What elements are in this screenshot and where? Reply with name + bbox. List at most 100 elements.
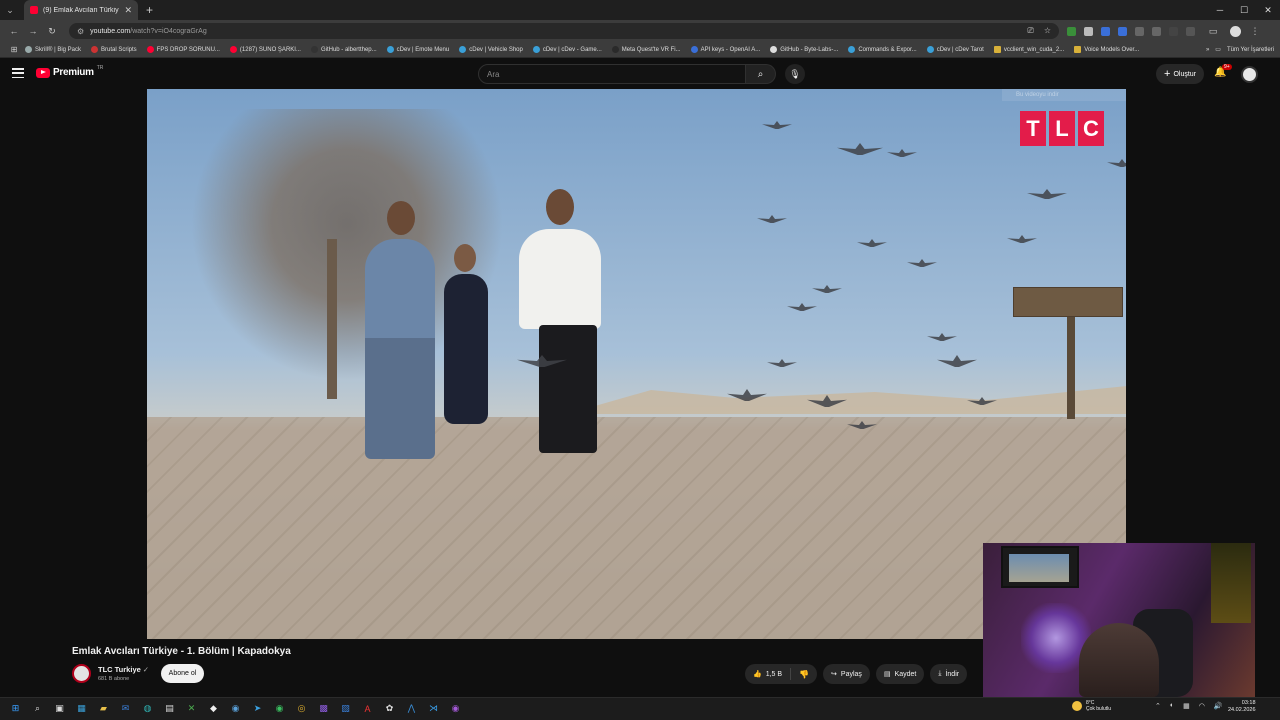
tab-search-icon[interactable]: ⌄ [0,0,20,20]
active-tab[interactable]: (9) Emlak Avcıları Türkiye - 1. B ✕ [24,0,138,20]
tray-overflow-icon[interactable]: ⌃ [1155,702,1161,710]
edge-icon[interactable]: ◍ [140,701,155,716]
app-icon[interactable]: ▧ [338,701,353,716]
channel-avatar[interactable] [72,664,91,683]
volume-icon[interactable]: 🔊 [1214,702,1223,710]
mail-icon[interactable]: ✉ [118,701,133,716]
side-panel-icon[interactable]: ▭ [1205,23,1221,39]
search-icon[interactable]: ⌕ [30,701,45,716]
maximize-icon[interactable]: ☐ [1232,0,1256,20]
verified-icon: ✓ [142,665,150,674]
notification-count: 9+ [1222,64,1232,70]
store-icon[interactable]: ▤ [162,701,177,716]
notifications-button[interactable]: 🔔 9+ [1214,64,1232,78]
bookmark-item[interactable]: cDev | cDev Tarot [926,46,984,53]
url-input[interactable]: ⚙ youtube.com/watch?v=iO4cograGrAg ⎚ ☆ [69,23,1059,39]
like-button[interactable]: 👍 1,5 B [745,668,792,680]
bookmark-item[interactable]: (1287) SUNO ŞARKI... [229,46,301,53]
share-button[interactable]: ↪ Paylaş [823,664,870,684]
bookmark-item[interactable]: Skrill® | Big Pack [25,46,81,53]
back-icon[interactable]: ← [6,23,22,39]
taskbar-clock[interactable]: 03:18 24.02.2026 [1228,700,1256,714]
subscribe-button[interactable]: Abone ol [161,664,204,683]
bookmark-label: cDev | cDev - Game... [542,46,602,53]
bookmark-item[interactable]: cDev | Emote Menu [386,46,449,53]
network-icon[interactable]: ◠ [1199,702,1205,710]
install-app-icon[interactable]: ⎚ [1027,26,1033,36]
bookmark-item[interactable]: cDev | Vehicle Shop [459,46,523,53]
share-label: Paylaş [840,670,862,678]
pigeon [1027,189,1067,199]
vscode-icon[interactable]: ⋊ [426,701,441,716]
extension-icon[interactable] [1067,26,1076,36]
close-window-icon[interactable]: ✕ [1256,0,1280,20]
app-icon[interactable]: ▩ [316,701,331,716]
app-icon[interactable]: ⋀ [404,701,419,716]
bookmark-label: FPS DROP SORUNU... [156,46,220,53]
bookmark-item[interactable]: Voice Models Over... [1074,46,1139,53]
extension-icon[interactable] [1101,26,1110,36]
bookmark-item[interactable]: Brutal Scripts [91,46,137,53]
weather-widget[interactable]: 8°C Çok bulutlu [1072,700,1111,712]
xbox-icon[interactable]: ✕ [184,701,199,716]
new-tab-icon[interactable]: + [146,3,153,17]
bookmark-item[interactable]: API keys - OpenAI A... [690,46,760,53]
bookmark-label: cDev | Vehicle Shop [469,46,523,53]
tray-app-icon[interactable]: ▦ [1183,702,1190,710]
epic-games-icon[interactable]: ◆ [206,701,221,716]
guide-menu-icon[interactable] [12,68,24,78]
search-button[interactable]: ⌕ [746,64,776,84]
app-icon[interactable]: ◉ [448,701,463,716]
channel-name[interactable]: TLC Turkiye [98,665,141,674]
acrobat-icon[interactable]: A [360,701,375,716]
chatgpt-icon[interactable]: ✿ [382,701,397,716]
search-input[interactable]: Ara [478,64,746,84]
windows-start-icon[interactable]: ⊞ [8,701,23,716]
bookmark-item[interactable]: Meta Quest'te VR Fi... [611,46,681,53]
account-avatar[interactable] [1241,66,1258,83]
widgets-icon[interactable]: ▦ [74,701,89,716]
create-button[interactable]: + Oluştur [1156,64,1204,84]
bookmark-item[interactable]: vcclient_win_cuda_2... [993,46,1064,53]
youtube-logo[interactable]: Premium TR [36,65,103,78]
bookmark-item[interactable]: Commands & Expor... [848,46,917,53]
profile-icon[interactable] [1230,25,1241,37]
extension-icon[interactable] [1118,26,1127,36]
puzzle-icon[interactable] [1186,26,1195,36]
more-bookmarks-icon[interactable]: » [1206,47,1209,53]
video-player[interactable]: Bu videoyu indir T L C [147,89,1126,639]
steam-icon[interactable]: ◉ [228,701,243,716]
close-tab-icon[interactable]: ✕ [124,5,132,16]
file-explorer-icon[interactable]: ▰ [96,701,111,716]
minimize-icon[interactable]: ─ [1208,0,1232,20]
forward-icon[interactable]: → [25,23,41,39]
site-info-icon[interactable]: ⚙ [77,27,84,36]
extension-icon[interactable] [1169,26,1178,36]
download-button[interactable]: ⤓ İndir [930,664,968,684]
extension-icon[interactable] [1084,26,1093,36]
bookmark-item[interactable]: GitHub - albertthep... [310,46,377,53]
voice-search-button[interactable]: 🎙 [785,64,805,84]
reload-icon[interactable]: ↻ [44,23,60,39]
tray-app-icon[interactable]: ◐ [1170,702,1174,710]
chrome-icon[interactable]: ◎ [294,701,309,716]
extension-icon[interactable] [1135,26,1144,36]
telegram-icon[interactable]: ➤ [250,701,265,716]
bookmark-item[interactable]: GitHub - Byte-Labs-... [770,46,838,53]
pigeon [927,333,957,341]
tlc-letter: T [1020,111,1046,146]
extension-icon[interactable] [1152,26,1161,36]
bookmark-star-icon[interactable]: ☆ [1044,26,1051,36]
task-view-icon[interactable]: ▣ [52,701,67,716]
bookmark-item[interactable]: FPS DROP SORUNU... [146,46,220,53]
whatsapp-icon[interactable]: ◉ [272,701,287,716]
all-bookmarks-folder-icon[interactable]: ▭ [1215,46,1221,53]
download-hint[interactable]: Bu videoyu indir [1002,89,1126,101]
apps-grid-icon[interactable]: ⊞ [6,42,22,58]
menu-icon[interactable]: ⋮ [1247,23,1263,39]
dislike-button[interactable]: 👎 [791,670,817,679]
all-bookmarks-link[interactable]: Tüm Yer İşaretleri [1227,47,1274,53]
save-button[interactable]: ▤ Kaydet [875,664,925,684]
bookmark-item[interactable]: cDev | cDev - Game... [532,46,602,53]
channel-name-row[interactable]: TLC Turkiye ✓ [98,665,149,674]
